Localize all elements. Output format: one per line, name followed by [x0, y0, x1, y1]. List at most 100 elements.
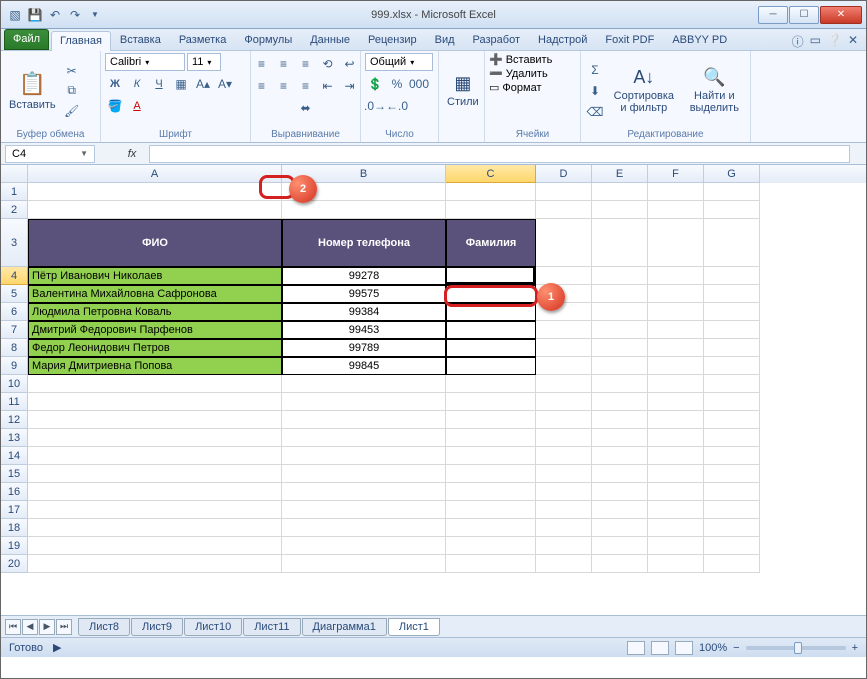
cell[interactable]: [28, 483, 282, 501]
cell[interactable]: [282, 519, 446, 537]
cell[interactable]: [592, 375, 648, 393]
cell[interactable]: [536, 183, 592, 201]
table-cell[interactable]: 99789: [282, 339, 446, 357]
brush-icon[interactable]: 🖌: [62, 102, 82, 120]
tab-addon[interactable]: Надстрой: [529, 30, 596, 50]
sheet-tab[interactable]: Лист10: [184, 618, 242, 636]
styles-button[interactable]: ▦ Стили: [443, 71, 483, 110]
table-header-cell[interactable]: ФИО: [28, 219, 282, 267]
insert-function-button[interactable]: fx: [119, 145, 145, 163]
cell[interactable]: [704, 429, 760, 447]
cell[interactable]: [282, 465, 446, 483]
minimize-button[interactable]: ─: [758, 6, 788, 24]
tab-formulas[interactable]: Формулы: [235, 30, 301, 50]
font-name-select[interactable]: Calibri▾: [105, 53, 185, 71]
row-header[interactable]: 16: [1, 483, 28, 501]
cell[interactable]: [28, 537, 282, 555]
cell[interactable]: [704, 219, 760, 267]
close-button[interactable]: ✕: [820, 6, 862, 24]
row-header[interactable]: 20: [1, 555, 28, 573]
cell[interactable]: [704, 465, 760, 483]
cells-insert-button[interactable]: ➕Вставить: [489, 53, 552, 66]
spreadsheet-grid[interactable]: ABCDEFG 1234567891011121314151617181920 …: [1, 165, 866, 615]
align-left-icon[interactable]: ≡: [252, 77, 272, 95]
fill-color-button[interactable]: 🪣: [105, 97, 125, 115]
cell[interactable]: [446, 183, 536, 201]
currency-icon[interactable]: 💲: [365, 75, 385, 93]
row-header[interactable]: 9: [1, 357, 28, 375]
cell[interactable]: [282, 393, 446, 411]
cell[interactable]: [282, 447, 446, 465]
column-header[interactable]: G: [704, 165, 760, 183]
cell[interactable]: [704, 201, 760, 219]
cell[interactable]: [648, 519, 704, 537]
cut-icon[interactable]: ✂: [62, 62, 82, 80]
table-cell[interactable]: 99278: [282, 267, 446, 285]
table-cell[interactable]: Людмила Петровна Коваль: [28, 303, 282, 321]
indent-inc-icon[interactable]: ⇥: [340, 77, 360, 95]
font-color-button[interactable]: A: [127, 97, 147, 115]
cell[interactable]: [592, 447, 648, 465]
cell[interactable]: [592, 267, 648, 285]
font-size-select[interactable]: 11▾: [187, 53, 221, 71]
win-help-icon[interactable]: ❔: [827, 33, 842, 50]
cell[interactable]: [536, 555, 592, 573]
cell[interactable]: [648, 555, 704, 573]
table-cell[interactable]: [446, 339, 536, 357]
cell[interactable]: [28, 465, 282, 483]
cell[interactable]: [536, 393, 592, 411]
cell[interactable]: [704, 267, 760, 285]
cell[interactable]: [536, 519, 592, 537]
table-cell[interactable]: Валентина Михайловна Сафронова: [28, 285, 282, 303]
qat-dropdown-icon[interactable]: ▼: [87, 7, 103, 23]
cell[interactable]: [536, 483, 592, 501]
italic-button[interactable]: К: [127, 75, 147, 93]
redo-icon[interactable]: ↷: [67, 7, 83, 23]
cell[interactable]: [704, 555, 760, 573]
row-header[interactable]: 17: [1, 501, 28, 519]
cell[interactable]: [704, 339, 760, 357]
cell[interactable]: [536, 501, 592, 519]
tab-insert[interactable]: Вставка: [111, 30, 170, 50]
column-header[interactable]: F: [648, 165, 704, 183]
cell[interactable]: [282, 411, 446, 429]
cell[interactable]: [536, 339, 592, 357]
cell[interactable]: [648, 465, 704, 483]
cell[interactable]: [648, 501, 704, 519]
dec-dec-icon[interactable]: ←.0: [387, 97, 407, 115]
tab-file[interactable]: Файл: [4, 29, 49, 50]
row-header[interactable]: 12: [1, 411, 28, 429]
cell[interactable]: [282, 501, 446, 519]
row-header[interactable]: 14: [1, 447, 28, 465]
table-cell[interactable]: 99575: [282, 285, 446, 303]
orient-icon[interactable]: ⟲: [318, 55, 338, 73]
cell[interactable]: [704, 447, 760, 465]
cell[interactable]: [536, 375, 592, 393]
cell[interactable]: [648, 219, 704, 267]
cell[interactable]: [536, 429, 592, 447]
row-header[interactable]: 10: [1, 375, 28, 393]
align-top-icon[interactable]: ≡: [252, 55, 272, 73]
cell[interactable]: [536, 219, 592, 267]
cell[interactable]: [648, 483, 704, 501]
sheet-nav-next-icon[interactable]: ▶: [39, 619, 55, 635]
sheet-nav-first-icon[interactable]: ⏮: [5, 619, 21, 635]
table-cell[interactable]: 99845: [282, 357, 446, 375]
row-header[interactable]: 13: [1, 429, 28, 447]
cell[interactable]: [592, 219, 648, 267]
cell[interactable]: [446, 483, 536, 501]
cell[interactable]: [28, 411, 282, 429]
table-cell[interactable]: 99384: [282, 303, 446, 321]
cell[interactable]: [282, 483, 446, 501]
cell[interactable]: [282, 537, 446, 555]
cell[interactable]: [704, 411, 760, 429]
sheet-tab[interactable]: Лист11: [243, 618, 300, 636]
paste-button[interactable]: 📋 Вставить: [5, 69, 60, 113]
cell[interactable]: [536, 465, 592, 483]
maximize-button[interactable]: ☐: [789, 6, 819, 24]
cell[interactable]: [648, 429, 704, 447]
row-header[interactable]: 7: [1, 321, 28, 339]
cell[interactable]: [282, 429, 446, 447]
cell[interactable]: [282, 201, 446, 219]
cell[interactable]: [282, 375, 446, 393]
